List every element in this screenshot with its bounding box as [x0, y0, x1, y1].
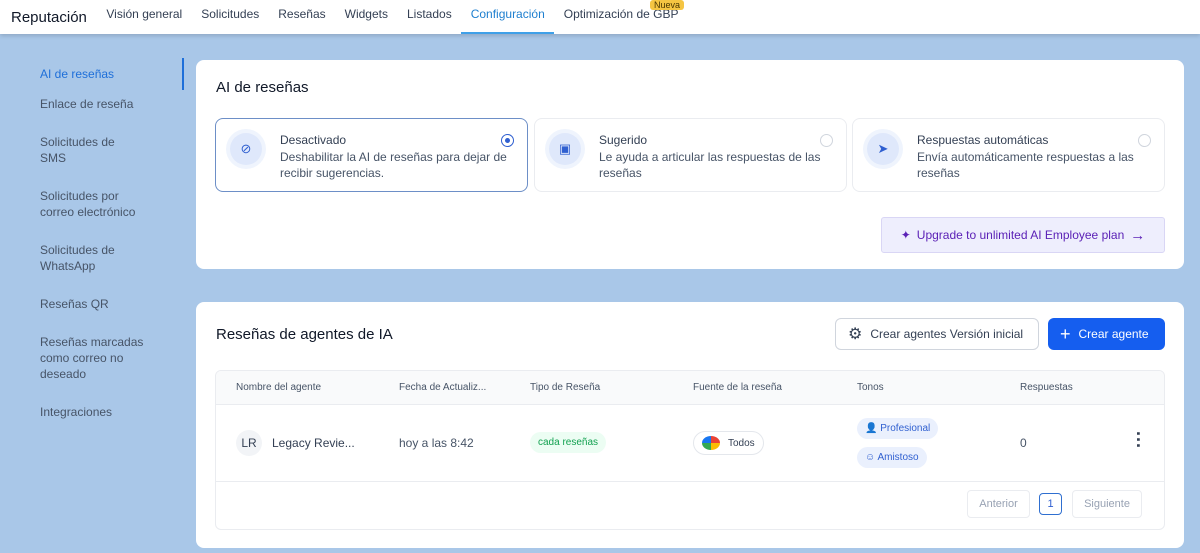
more-options-icon[interactable]: ···: [1128, 431, 1148, 449]
button-label: Crear agente: [1078, 327, 1149, 341]
send-icon: ➤: [867, 133, 899, 165]
option-disabled[interactable]: ⊘ Desactivado Deshabilitar la AI de rese…: [215, 118, 528, 192]
tab-settings[interactable]: Configuración: [461, 0, 555, 34]
tone-badge-amistoso: ☺ Amistoso: [857, 447, 927, 468]
plus-icon: +: [1060, 323, 1071, 344]
radio[interactable]: [820, 134, 833, 147]
col-tones: Tonos: [857, 382, 884, 393]
ai-reviews-card: AI de reseñas ⊘ Desactivado Deshabilitar…: [196, 60, 1184, 269]
upgrade-label: Upgrade to unlimited AI Employee plan: [916, 228, 1125, 242]
person-icon: 👤: [865, 423, 881, 434]
google-facebook-icon: [702, 436, 720, 450]
sidebar-item-whatsapp[interactable]: Solicitudes de WhatsApp: [0, 242, 184, 274]
avatar: LR: [236, 430, 262, 456]
tab-widgets[interactable]: Widgets: [335, 0, 397, 34]
agents-table: Nombre del agente Fecha de Actualiz... T…: [215, 370, 1165, 530]
responses-count: 0: [1020, 436, 1027, 450]
sidebar: AI de reseñas Enlace de reseña Solicitud…: [0, 58, 184, 442]
sidebar-item-review-link[interactable]: Enlace de reseña: [0, 96, 184, 112]
option-title: Respuestas automáticas: [917, 133, 1049, 147]
col-responses: Respuestas: [1020, 382, 1073, 393]
button-label: Crear agentes Versión inicial: [870, 327, 1024, 341]
col-name: Nombre del agente: [236, 382, 322, 393]
tone-label: Amistoso: [877, 452, 919, 463]
option-desc: Deshabilitar la AI de reseñas para dejar…: [280, 150, 507, 180]
option-auto[interactable]: ➤ Respuestas automáticas Envía automátic…: [852, 118, 1165, 192]
sidebar-item-qr[interactable]: Reseñas QR: [0, 296, 184, 312]
option-desc: Le ayuda a articular las respuestas de l…: [599, 150, 821, 180]
tab-listings[interactable]: Listados: [398, 0, 462, 34]
radio-selected[interactable]: [501, 134, 514, 147]
app-title: Reputación: [11, 8, 87, 26]
prev-page-button[interactable]: Anterior: [967, 490, 1030, 518]
sidebar-item-spam[interactable]: Reseñas marcadas como correo no deseado: [0, 334, 184, 382]
option-desc: Envía automáticamente respuestas a las r…: [917, 150, 1134, 180]
tab-gbp[interactable]: Optimización de GBP Nueva: [554, 0, 688, 34]
tab-requests[interactable]: Solicitudes: [192, 0, 269, 34]
new-badge: Nueva: [649, 0, 684, 10]
section-title: Reseñas de agentes de IA: [216, 326, 393, 343]
sidebar-item-email[interactable]: Solicitudes por correo electrónico: [0, 188, 184, 220]
review-type-badge: cada reseñas: [530, 432, 607, 453]
chat-icon: ▣: [549, 133, 581, 165]
tab-overview[interactable]: Visión general: [97, 0, 192, 34]
table-row[interactable]: LR Legacy Revie... hoy a las 8:42 cada r…: [216, 405, 1164, 482]
gear-icon: ⚙: [848, 326, 863, 343]
ai-off-icon: ⊘: [230, 133, 262, 165]
option-title: Sugerido: [599, 133, 648, 147]
option-title: Desactivado: [280, 133, 347, 147]
source-badge: Todos: [693, 431, 764, 455]
sidebar-item-sms[interactable]: Solicitudes de SMS: [0, 134, 184, 166]
upgrade-button[interactable]: ✦ Upgrade to unlimited AI Employee plan …: [881, 217, 1165, 253]
agent-name[interactable]: Legacy Revie...: [272, 436, 355, 450]
top-nav: Reputación Visión general Solicitudes Re…: [0, 0, 1200, 34]
next-page-button[interactable]: Siguiente: [1072, 490, 1142, 518]
col-type: Tipo de Reseña: [530, 382, 601, 393]
arrow-right-icon: →: [1130, 226, 1146, 244]
table-header: Nombre del agente Fecha de Actualiz... T…: [216, 371, 1164, 405]
ai-agents-card: Reseñas de agentes de IA ⚙ Crear agentes …: [196, 302, 1184, 548]
updated-date: hoy a las 8:42: [399, 436, 474, 450]
tab-reviews[interactable]: Reseñas: [269, 0, 335, 34]
page-1-button[interactable]: 1: [1039, 493, 1062, 515]
create-agent-button[interactable]: + Crear agente: [1048, 318, 1165, 350]
option-suggested[interactable]: ▣ Sugerido Le ayuda a articular las resp…: [534, 118, 847, 192]
tone-badge-profesional: 👤 Profesional: [857, 418, 939, 439]
smile-icon: ☺: [865, 452, 878, 463]
create-initial-agents-button[interactable]: ⚙ Crear agentes Versión inicial: [835, 318, 1039, 350]
col-source: Fuente de la reseña: [693, 382, 782, 393]
col-date: Fecha de Actualiz...: [399, 382, 487, 393]
section-title: AI de reseñas: [216, 79, 309, 96]
sidebar-item-ai-reviews[interactable]: AI de reseñas: [0, 58, 184, 90]
radio[interactable]: [1138, 134, 1151, 147]
sidebar-item-integrations[interactable]: Integraciones: [0, 404, 184, 420]
sparkle-icon: ✦: [900, 228, 911, 242]
tone-label: Profesional: [880, 423, 931, 434]
source-label: Todos: [728, 437, 755, 449]
